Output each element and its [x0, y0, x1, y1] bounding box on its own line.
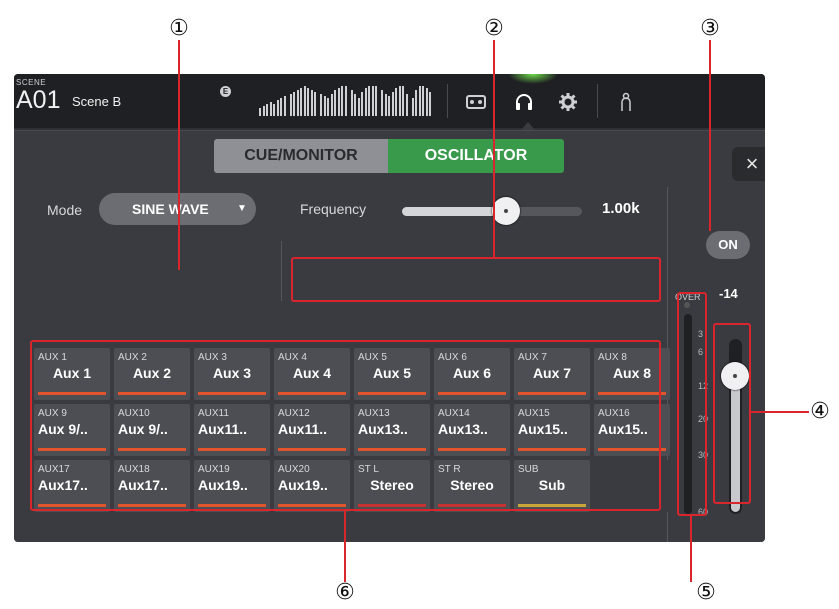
- meter-bar: [296, 90, 299, 116]
- gear-icon[interactable]: [558, 92, 578, 112]
- meter-bar: [357, 98, 360, 116]
- callout-5: ⑤: [696, 580, 716, 605]
- scene-number[interactable]: A01: [16, 86, 60, 115]
- meter-bar: [293, 92, 295, 116]
- meter-bar: [320, 94, 322, 116]
- meter-bar: [289, 94, 292, 116]
- tab-oscillator[interactable]: OSCILLATOR: [388, 139, 564, 173]
- scene-name[interactable]: Scene B: [72, 94, 121, 109]
- meter-bar: [415, 90, 417, 116]
- edit-badge: E: [220, 86, 231, 97]
- meter-bar: [402, 86, 404, 116]
- callout-4: ④: [810, 399, 830, 424]
- meter-bar: [327, 98, 329, 116]
- meter-bar: [262, 106, 265, 116]
- meter-bridge-icon[interactable]: [259, 86, 439, 116]
- meter-bar: [303, 86, 306, 116]
- meter-bar: [371, 86, 374, 116]
- divider: [447, 84, 448, 118]
- mode-value: SINE WAVE: [132, 201, 209, 217]
- meter-bar: [350, 90, 353, 116]
- meter-bar: [388, 96, 390, 116]
- callout-box-2: [291, 257, 661, 302]
- meter-bar: [364, 88, 367, 116]
- active-glow: [508, 74, 558, 84]
- meter-bar: [361, 92, 363, 116]
- frequency-value: 1.00k: [602, 200, 640, 217]
- meter-bar: [276, 100, 279, 116]
- callout-box-6: [30, 340, 661, 511]
- callout-line-1: [178, 40, 180, 270]
- divider: [597, 84, 598, 118]
- divider: [281, 241, 282, 301]
- meter-bar: [354, 94, 356, 116]
- meter-bar: [310, 90, 313, 116]
- callout-2: ②: [484, 16, 504, 41]
- meter-bar: [273, 104, 275, 116]
- callout-box-5: [677, 292, 707, 516]
- meter-bar: [300, 88, 302, 116]
- recorder-icon[interactable]: [466, 92, 486, 112]
- frequency-slider-fill: [402, 207, 507, 216]
- close-button[interactable]: ×: [732, 147, 765, 181]
- meter-bar: [425, 88, 428, 116]
- meter-bar: [398, 86, 401, 116]
- meter-bar: [307, 88, 309, 116]
- output-level-value: -14: [719, 286, 738, 301]
- callout-line-4: [751, 411, 809, 413]
- mode-label: Mode: [47, 202, 83, 218]
- chevron-down-icon: ▼: [237, 203, 247, 214]
- callout-line-5: [690, 516, 692, 582]
- meter-bar: [418, 86, 421, 116]
- meter-bar: [259, 108, 261, 116]
- meter-bar: [341, 86, 343, 116]
- meter-bar: [381, 90, 383, 116]
- meter-bar: [334, 90, 336, 116]
- callout-box-4: [713, 323, 751, 504]
- meter-bar: [314, 92, 316, 116]
- meter-bar: [375, 86, 377, 116]
- tab-cue-monitor[interactable]: CUE/MONITOR: [214, 139, 388, 173]
- callout-line-3: [709, 40, 711, 231]
- callout-line-6: [344, 511, 346, 582]
- callout-6: ⑥: [335, 580, 355, 605]
- meter-bar: [422, 86, 424, 116]
- callout-3: ③: [700, 16, 720, 41]
- oscillator-on-button[interactable]: ON: [706, 231, 750, 259]
- callout-line-2: [493, 40, 495, 257]
- meter-bar: [266, 104, 268, 116]
- headphones-icon[interactable]: [514, 92, 534, 112]
- meter-bar: [384, 94, 387, 116]
- meter-bar: [368, 86, 370, 116]
- meter-bar: [280, 98, 282, 116]
- meter-bar: [429, 92, 431, 116]
- meter-bar: [330, 94, 333, 116]
- meter-bar: [323, 96, 326, 116]
- user-icon[interactable]: [616, 92, 636, 112]
- meter-bar: [405, 94, 408, 116]
- meter-bar: [391, 92, 394, 116]
- callout-1: ①: [169, 16, 189, 41]
- meter-bar: [337, 88, 340, 116]
- meter-bar: [411, 98, 414, 116]
- active-pointer: [521, 122, 535, 130]
- meter-bar: [283, 96, 286, 116]
- meter-bar: [344, 86, 347, 116]
- top-bar: SCENE A01 Scene B E: [14, 74, 765, 130]
- meter-bar: [269, 102, 272, 116]
- frequency-label: Frequency: [300, 201, 367, 217]
- meter-bar: [395, 88, 397, 116]
